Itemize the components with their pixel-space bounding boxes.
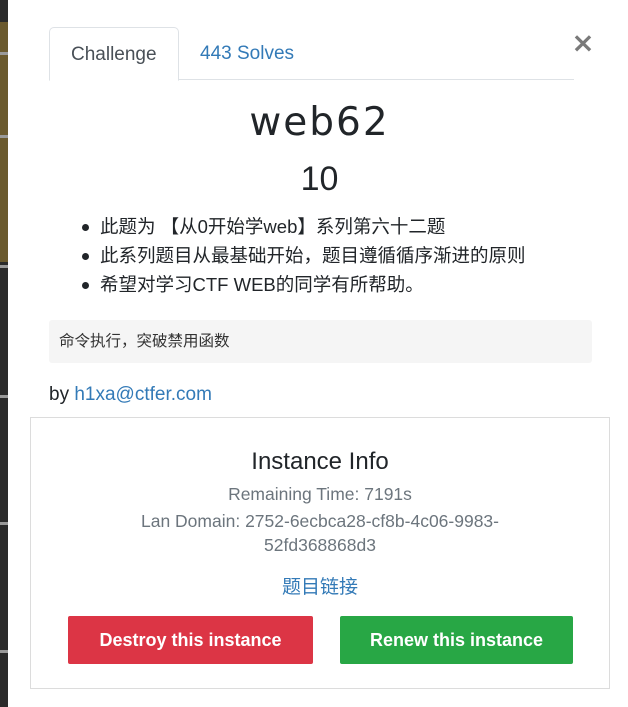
renew-instance-button[interactable]: Renew this instance xyxy=(340,616,573,664)
tab-solves[interactable]: 443 Solves xyxy=(179,27,315,80)
backdrop-image xyxy=(0,22,8,262)
lan-domain-line2: 52fd368868d3 xyxy=(264,535,376,555)
backdrop-mark xyxy=(0,522,8,525)
instance-info-panel: Instance Info Remaining Time: 7191s Lan … xyxy=(30,417,610,689)
close-icon[interactable]: × xyxy=(571,29,595,57)
backdrop-mark xyxy=(0,135,8,138)
challenge-points: 10 xyxy=(300,160,339,198)
challenge-link[interactable]: 题目链接 xyxy=(31,572,609,599)
modal-tabs: Challenge 443 Solves xyxy=(49,27,574,81)
tab-challenge[interactable]: Challenge xyxy=(49,27,179,81)
lan-domain-line1: Lan Domain: 2752-6ecbca28-cf8b-4c06-9983… xyxy=(140,511,499,531)
author-prefix: by xyxy=(49,384,70,405)
instance-title: Instance Info xyxy=(251,448,389,475)
hint-code-block: 命令执行，突破禁用函数 xyxy=(49,320,592,363)
remaining-time: Remaining Time: 7191s xyxy=(228,484,412,504)
description-item: 希望对学习CTF WEB的同学有所帮助。 xyxy=(79,270,599,299)
backdrop-mark xyxy=(0,650,8,653)
description-item: 此题为 【从0开始学web】系列第六十二题 xyxy=(79,212,599,241)
backdrop-mark xyxy=(0,395,8,398)
modal-backdrop xyxy=(0,0,8,707)
description-item: 此系列题目从最基础开始，题目遵循循序渐进的原则 xyxy=(79,241,599,270)
destroy-instance-button[interactable]: Destroy this instance xyxy=(68,616,313,664)
backdrop-mark xyxy=(0,265,8,268)
backdrop-mark xyxy=(0,52,8,55)
challenge-name: web62 xyxy=(249,100,390,145)
author-line: by h1xa@ctfer.com xyxy=(49,384,212,406)
challenge-description: 此题为 【从0开始学web】系列第六十二题 此系列题目从最基础开始，题目遵循循序… xyxy=(79,212,599,299)
author-email-link[interactable]: h1xa@ctfer.com xyxy=(74,384,212,405)
